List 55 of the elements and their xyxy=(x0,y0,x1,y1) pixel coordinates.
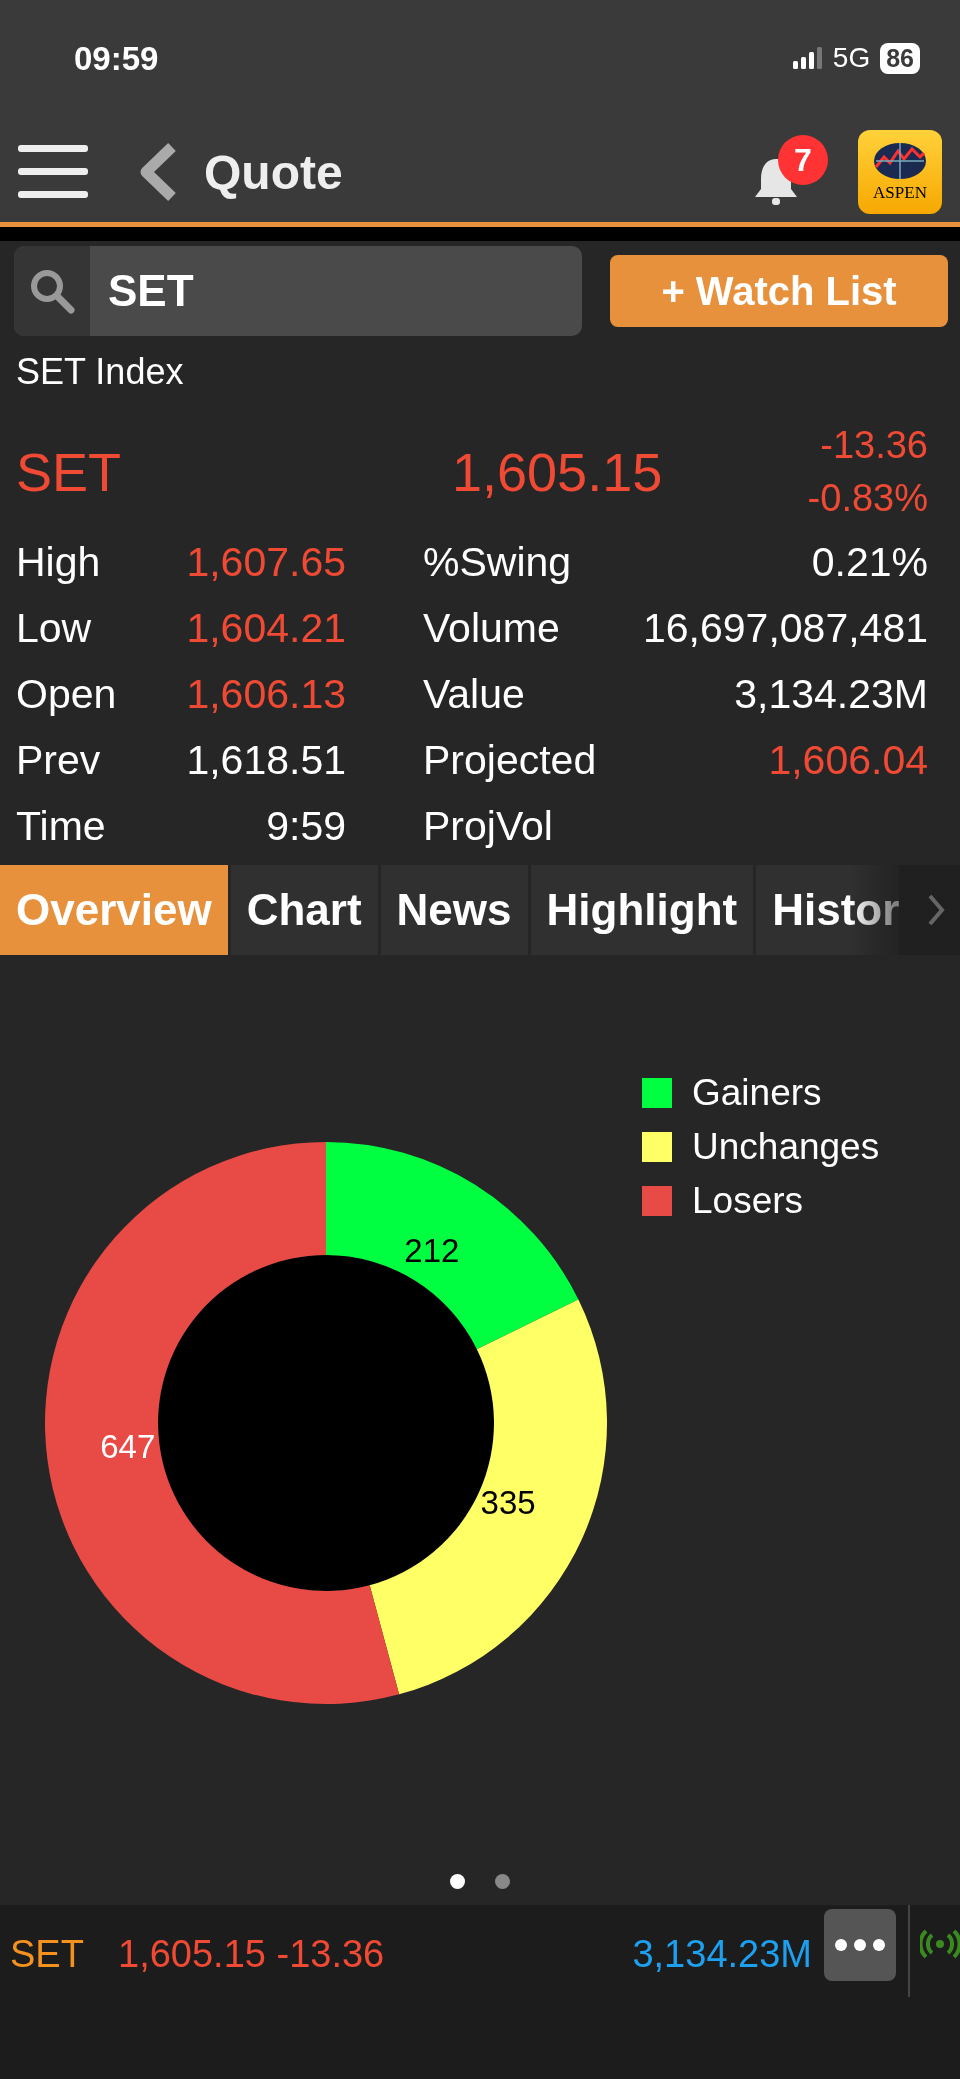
legend-label: Losers xyxy=(692,1180,804,1222)
more-icon xyxy=(834,1938,886,1952)
tab[interactable]: News xyxy=(380,865,528,955)
search-icon xyxy=(28,267,76,315)
stat-label: High xyxy=(16,538,102,586)
data-label: 212 xyxy=(404,1232,460,1270)
notification-badge: 7 xyxy=(778,135,828,185)
stat-value: 1,604.21 xyxy=(185,604,346,652)
data-label: 647 xyxy=(100,1427,156,1465)
menu-icon[interactable] xyxy=(18,143,88,201)
back-icon[interactable] xyxy=(138,143,178,201)
search-field[interactable]: SET xyxy=(14,246,582,336)
stat-value: 1,607.65 xyxy=(185,538,346,586)
tab[interactable]: Chart xyxy=(230,865,378,955)
stat-value: 1,606.13 xyxy=(185,670,346,718)
data-label: 335 xyxy=(480,1484,536,1522)
signal-icon xyxy=(792,47,823,69)
last-price: 1,605.15 xyxy=(452,441,664,503)
ticker-symbol: SET xyxy=(10,1933,85,1976)
stat-value: 1,618.51 xyxy=(185,736,346,784)
stat-label: Low xyxy=(16,604,93,652)
price-change: -13.36 xyxy=(820,424,928,467)
status-time: 09:59 xyxy=(74,40,159,78)
index-symbol: SET xyxy=(16,441,123,503)
stat-label: Time xyxy=(16,802,107,850)
stat-label: Prev xyxy=(16,736,102,784)
page-dot[interactable] xyxy=(450,1874,465,1889)
broadcast-icon xyxy=(920,1929,960,1959)
page-title: Quote xyxy=(204,144,343,200)
stat-label: %Swing xyxy=(422,538,573,586)
chevron-right-icon xyxy=(926,893,946,927)
stat-value: 1,606.04 xyxy=(767,736,928,784)
ticker-value: 3,134.23M xyxy=(632,1933,812,1976)
tab[interactable]: Highlight xyxy=(530,865,754,955)
stat-value: 0.21% xyxy=(810,538,928,586)
legend-label: Gainers xyxy=(692,1072,822,1114)
stat-label: Open xyxy=(16,670,118,718)
stat-value: 3,134.23M xyxy=(733,670,928,718)
index-name: SET Index xyxy=(15,350,185,394)
globe-icon xyxy=(872,141,928,181)
battery-indicator: 86 xyxy=(880,42,920,74)
percent-change: -0.83% xyxy=(807,477,928,520)
tab[interactable]: Histor xyxy=(756,865,900,955)
page-dot[interactable] xyxy=(495,1874,510,1889)
stat-value: 16,697,087,481 xyxy=(643,604,928,652)
stat-label: Volume xyxy=(422,604,561,652)
stat-label: ProjVol xyxy=(422,802,554,850)
network-label: 5G xyxy=(832,42,871,74)
more-button[interactable] xyxy=(824,1909,896,1981)
app-logo[interactable]: ASPEN xyxy=(858,130,942,214)
stat-value: 9:59 xyxy=(265,802,346,850)
stat-label: Projected xyxy=(422,736,598,784)
ticker-price: 1,605.15 -13.36 xyxy=(118,1933,386,1976)
legend-label: Unchanges xyxy=(692,1126,880,1168)
stat-label: Value xyxy=(422,670,526,718)
